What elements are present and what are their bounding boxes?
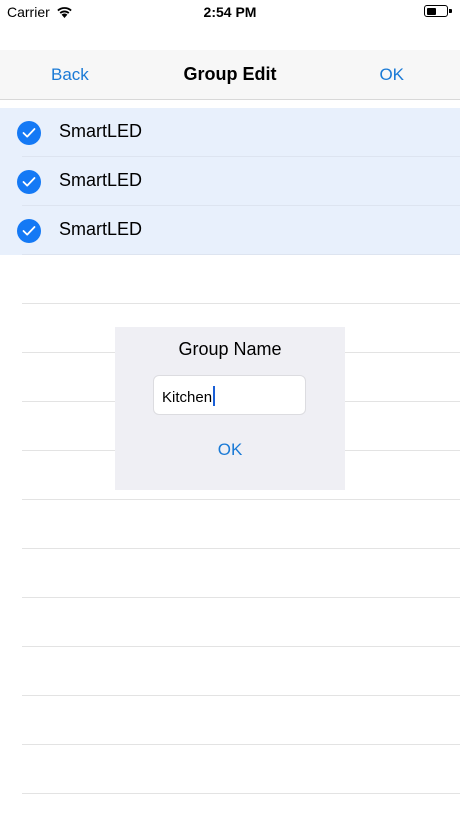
navigation-bar: Back Group Edit OK: [0, 50, 460, 100]
group-name-input[interactable]: Kitchen: [153, 375, 306, 415]
dialog-title: Group Name: [178, 339, 282, 359]
device-name: SmartLED: [59, 170, 143, 190]
checkmark-icon: [17, 170, 41, 194]
empty-row: [0, 549, 460, 598]
device-name: SmartLED: [59, 219, 143, 239]
device-row[interactable]: SmartLED: [0, 206, 460, 255]
ok-button[interactable]: OK: [379, 65, 404, 85]
empty-row: [0, 598, 460, 647]
status-time: 2:54 PM: [203, 4, 257, 20]
device-row[interactable]: SmartLED: [0, 157, 460, 206]
empty-row: [0, 696, 460, 745]
empty-row: [0, 255, 460, 304]
checkmark-icon: [17, 121, 41, 145]
group-name-value: Kitchen: [162, 386, 216, 406]
status-bar: Carrier 2:54 PM: [0, 0, 460, 24]
checkmark-icon: [17, 219, 41, 243]
empty-row: [0, 647, 460, 696]
group-name-dialog: Group Name Kitchen OK: [115, 327, 345, 490]
empty-row: [0, 745, 460, 794]
dialog-ok-button[interactable]: OK: [115, 440, 345, 460]
battery-icon: [424, 5, 452, 17]
text-cursor: [213, 386, 216, 406]
device-name: SmartLED: [59, 121, 143, 141]
row-separator: [22, 793, 460, 794]
empty-row: [0, 500, 460, 549]
device-row[interactable]: SmartLED: [0, 108, 460, 157]
